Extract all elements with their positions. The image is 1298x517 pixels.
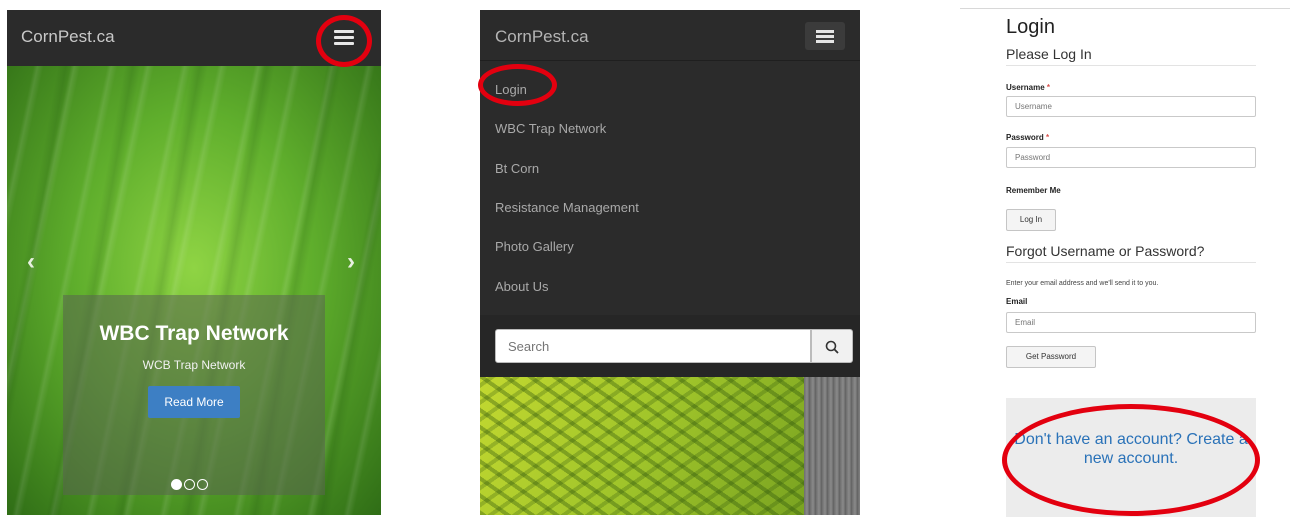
carousel-dot[interactable] [197, 479, 208, 490]
forgot-help-text: Enter your email address and we'll send … [1006, 280, 1159, 287]
login-subtitle: Please Log In [1006, 46, 1092, 62]
username-label-text: Username [1006, 83, 1045, 92]
page-title: Login [1006, 16, 1055, 38]
login-screen: Login Please Log In Username * Password … [960, 0, 1298, 517]
email-input[interactable] [1006, 312, 1256, 333]
divider [1006, 262, 1256, 263]
username-input[interactable] [1006, 96, 1256, 117]
hamburger-menu-icon[interactable] [805, 22, 845, 50]
forgot-title: Forgot Username or Password? [1006, 243, 1205, 259]
required-mark: * [1046, 133, 1050, 142]
email-label: Email [1006, 297, 1028, 306]
hamburger-menu-icon[interactable] [327, 22, 361, 52]
slide-title: WBC Trap Network [99, 322, 289, 345]
field-photo [480, 377, 860, 515]
password-label-text: Password [1006, 133, 1044, 142]
password-label: Password * [1006, 133, 1049, 142]
home-screen: CornPest.ca ‹ › WBC Trap Network WCB Tra… [7, 10, 381, 515]
menu-item-bt-corn[interactable]: Bt Corn [495, 161, 539, 176]
menu-item-resistance-management[interactable]: Resistance Management [495, 200, 639, 215]
search-icon [825, 340, 839, 354]
log-in-button[interactable]: Log In [1006, 209, 1056, 231]
menu-item-photo-gallery[interactable]: Photo Gallery [495, 239, 574, 254]
read-more-button[interactable]: Read More [148, 386, 240, 418]
carousel-dot[interactable] [171, 479, 182, 490]
menu-item-wbc-trap-network[interactable]: WBC Trap Network [495, 121, 606, 136]
chevron-left-icon[interactable]: ‹ [27, 248, 35, 276]
search-bar [480, 315, 860, 377]
page-top-border [960, 8, 1290, 9]
navbar: CornPest.ca [7, 10, 381, 66]
search-input[interactable] [495, 329, 811, 363]
required-mark: * [1046, 83, 1051, 92]
menu-item-login[interactable]: Login [495, 82, 527, 97]
search-button[interactable] [811, 329, 853, 363]
create-account-link[interactable]: Don't have an account? Create a new acco… [1006, 430, 1256, 468]
brand-logo[interactable]: CornPest.ca [21, 27, 115, 47]
remember-me-label[interactable]: Remember Me [1006, 186, 1061, 195]
carousel-caption: WBC Trap Network WCB Trap Network Read M… [63, 295, 325, 495]
nav-divider [480, 60, 860, 61]
carousel-dot[interactable] [184, 479, 195, 490]
divider [1006, 65, 1256, 66]
menu-item-about-us[interactable]: About Us [495, 279, 548, 294]
password-input[interactable] [1006, 147, 1256, 168]
brand-logo[interactable]: CornPest.ca [495, 27, 589, 47]
username-label: Username * [1006, 83, 1050, 92]
slide-subtitle: WCB Trap Network [142, 358, 246, 372]
get-password-button[interactable]: Get Password [1006, 346, 1096, 368]
chevron-right-icon[interactable]: › [347, 248, 355, 276]
carousel-indicators [171, 477, 210, 490]
field-photo-road [804, 377, 860, 515]
menu-screen: CornPest.ca Login WBC Trap Network Bt Co… [480, 10, 860, 515]
